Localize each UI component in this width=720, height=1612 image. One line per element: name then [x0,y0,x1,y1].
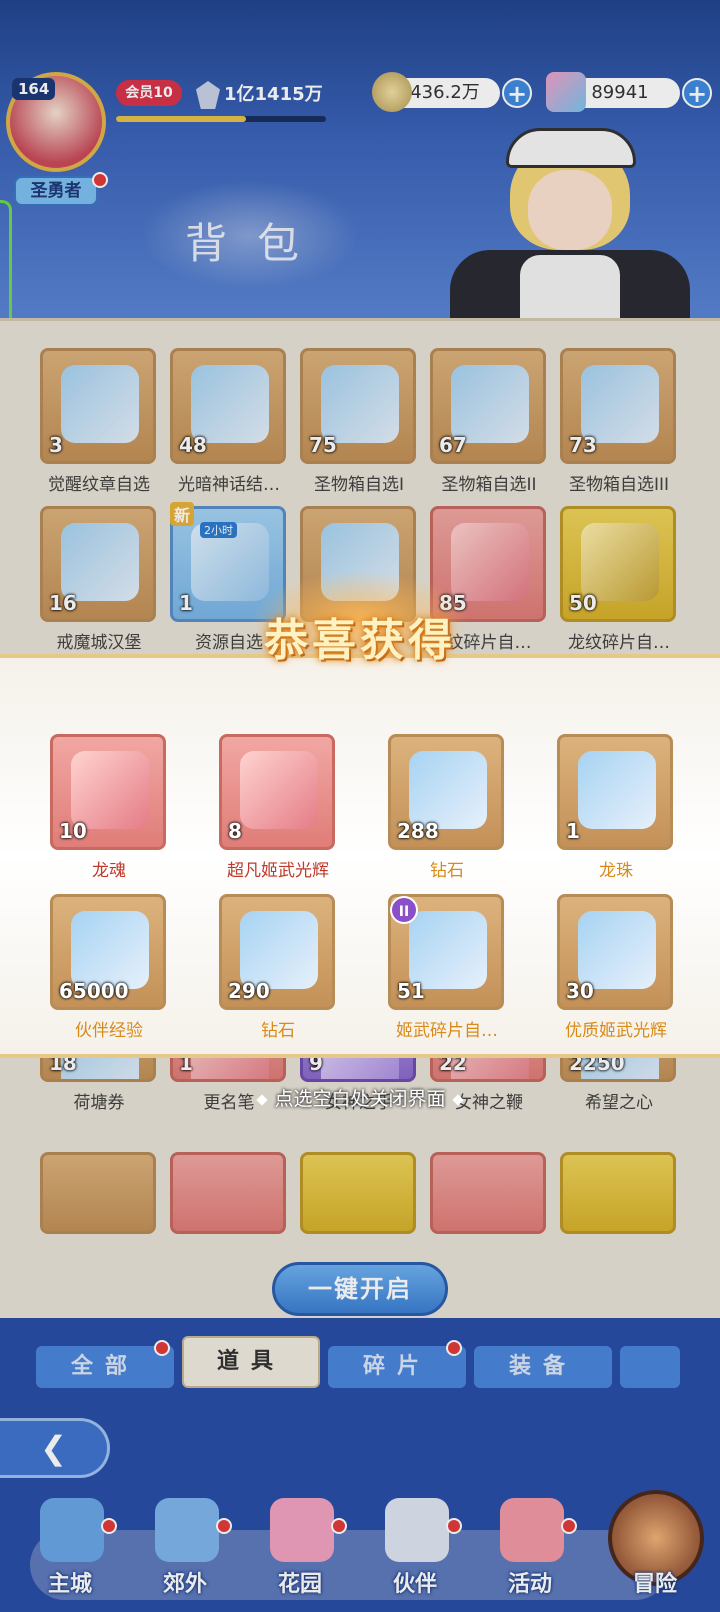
item-count: 10 [59,819,87,843]
diamond-icon [240,911,318,989]
item-name: 龙珠 [599,861,633,881]
dragon-orb-icon [578,751,656,829]
reward-title: 恭喜获得 [264,615,456,666]
item-slot[interactable]: 65000 伙伴经验 [50,894,168,1041]
item-frame: 8 [219,734,335,850]
item-frame: 10 [50,734,166,850]
item-frame: 290 [219,894,335,1010]
item-name: 龙魂 [92,861,126,881]
item-slot[interactable]: 30 优质姬武光辉 [557,894,675,1041]
item-name: 超凡姬武光辉 [227,861,329,881]
item-frame: 65000 [50,894,166,1010]
item-name: 钻石 [430,861,464,881]
item-frame: 288 [388,734,504,850]
sparkle-icon [256,1093,269,1106]
item-frame: 30 [557,894,673,1010]
close-hint: 点选空白处关闭界面 [0,1084,720,1111]
item-name: 优质姬武光辉 [565,1021,667,1041]
item-frame: 1 [557,734,673,850]
item-name: 姬武碎片自… [396,1021,498,1041]
item-count: 1 [566,819,580,843]
item-count: 288 [397,819,439,843]
exp-heart-icon [71,911,149,989]
item-name: 钻石 [261,1021,295,1041]
item-slot[interactable]: 8 超凡姬武光辉 [219,734,337,881]
item-count: 65000 [59,979,129,1003]
chest-icon [409,911,487,989]
item-slot[interactable]: 51 姬武碎片自… II [388,894,506,1041]
item-count: 8 [228,819,242,843]
item-count: 30 [566,979,594,1003]
diamond-icon [409,751,487,829]
item-count: 51 [397,979,425,1003]
item-slot[interactable]: 1 龙珠 [557,734,675,881]
orange-gem-icon [578,911,656,989]
item-slot[interactable]: 290 钻石 [219,894,337,1041]
item-slot[interactable]: 10 龙魂 [50,734,168,881]
item-count: 290 [228,979,270,1003]
item-name: 伙伴经验 [75,1021,143,1041]
close-hint-text: 点选空白处关闭界面 [274,1088,446,1110]
red-gem-icon [240,751,318,829]
tier-badge: II [390,896,418,924]
dragon-soul-icon [71,751,149,829]
sparkle-icon [451,1093,464,1106]
item-slot[interactable]: 288 钻石 [388,734,506,881]
